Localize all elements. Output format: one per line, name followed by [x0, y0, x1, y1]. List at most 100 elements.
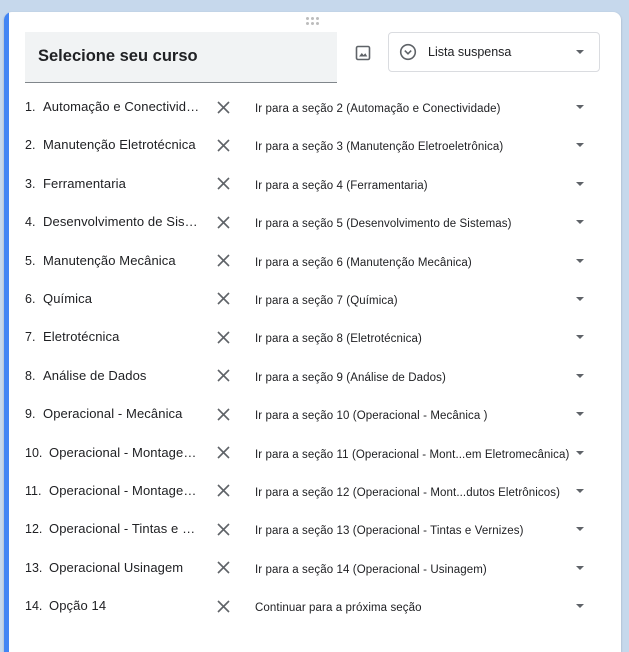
caret-down-icon	[576, 50, 584, 54]
option-label-input[interactable]: Automação e Conectividade	[43, 99, 200, 114]
go-to-section-select[interactable]: Ir para a seção 12 (Operacional - Mont..…	[255, 483, 595, 501]
remove-option-button[interactable]	[213, 174, 233, 194]
remove-option-button[interactable]	[213, 481, 233, 501]
go-to-section-select[interactable]: Ir para a seção 5 (Desenvolvimento de Si…	[255, 214, 595, 232]
option-row: 6. Química Ir para a seção 7 (Química)	[4, 280, 621, 318]
option-number: 12.	[25, 522, 43, 537]
question-title-input[interactable]: Selecione seu curso	[25, 32, 337, 83]
go-to-section-label: Ir para a seção 6 (Manutenção Mecânica)	[255, 256, 472, 269]
caret-down-icon	[576, 527, 584, 532]
drag-handle-icon[interactable]	[306, 17, 320, 27]
option-row: 10. Operacional - Montagem em Eletromecân…	[4, 434, 621, 472]
close-icon	[216, 369, 230, 382]
dropdown-circle-icon	[399, 43, 417, 61]
option-label-input[interactable]: Operacional - Montagem de Produtos Eletr…	[49, 483, 200, 498]
go-to-section-select[interactable]: Ir para a seção 4 (Ferramentaria)	[255, 176, 595, 194]
question-title-text: Selecione seu curso	[38, 47, 198, 65]
option-label-input[interactable]: Operacional - Tintas e Vernizes	[49, 521, 200, 536]
option-label-input[interactable]: Eletrotécnica	[43, 329, 200, 344]
close-icon	[216, 600, 230, 613]
remove-option-button[interactable]	[213, 212, 233, 232]
question-card: Selecione seu curso Lista suspensa 1. Aut…	[4, 12, 621, 652]
option-row: 9. Operacional - Mecânica Ir para a seção …	[4, 395, 621, 433]
close-icon	[216, 216, 230, 229]
go-to-section-label: Continuar para a próxima seção	[255, 602, 422, 615]
add-image-button[interactable]	[349, 39, 377, 67]
remove-option-button[interactable]	[213, 97, 233, 117]
caret-down-icon	[576, 412, 584, 417]
remove-option-button[interactable]	[213, 404, 233, 424]
go-to-section-select[interactable]: Ir para a seção 9 (Análise de Dados)	[255, 368, 595, 386]
go-to-section-select[interactable]: Ir para a seção 6 (Manutenção Mecânica)	[255, 253, 595, 271]
option-number: 14.	[25, 599, 43, 614]
question-type-select[interactable]: Lista suspensa	[388, 32, 600, 72]
go-to-section-select[interactable]: Ir para a seção 2 (Automação e Conectivi…	[255, 99, 595, 117]
option-row: 5. Manutenção Mecânica Ir para a seção 6 (…	[4, 242, 621, 280]
option-row: 8. Análise de Dados Ir para a seção 9 (Aná…	[4, 357, 621, 395]
go-to-section-select[interactable]: Ir para a seção 14 (Operacional - Usinag…	[255, 560, 595, 578]
option-row: 3. Ferramentaria Ir para a seção 4 (Ferram…	[4, 165, 621, 203]
go-to-section-select[interactable]: Ir para a seção 11 (Operacional - Mont..…	[255, 445, 595, 463]
go-to-section-label: Ir para a seção 8 (Eletrotécnica)	[255, 333, 422, 346]
option-label-input[interactable]: Operacional Usinagem	[49, 560, 200, 575]
go-to-section-select[interactable]: Continuar para a próxima seção	[255, 598, 595, 616]
option-label-input[interactable]: Operacional - Mecânica	[43, 406, 200, 421]
remove-option-button[interactable]	[213, 443, 233, 463]
caret-down-icon	[576, 335, 584, 340]
caret-down-icon	[576, 105, 584, 109]
go-to-section-select[interactable]: Ir para a seção 8 (Eletrotécnica)	[255, 329, 595, 347]
remove-option-button[interactable]	[213, 289, 233, 309]
caret-down-icon	[576, 181, 584, 186]
option-label-input[interactable]: Manutenção Eletrotécnica	[43, 137, 200, 152]
option-label-input[interactable]: Desenvolvimento de Sistemas	[43, 214, 200, 229]
go-to-section-label: Ir para a seção 11 (Operacional - Mont..…	[255, 448, 570, 461]
remove-option-button[interactable]	[213, 327, 233, 347]
option-number: 5.	[25, 253, 36, 268]
option-label-input[interactable]: Operacional - Montagem em Eletromecânica	[49, 445, 200, 460]
go-to-section-label: Ir para a seção 2 (Automação e Conectivi…	[255, 103, 501, 115]
go-to-section-label: Ir para a seção 14 (Operacional - Usinag…	[255, 563, 487, 576]
remove-option-button[interactable]	[213, 558, 233, 578]
go-to-section-label: Ir para a seção 10 (Operacional - Mecâni…	[255, 410, 488, 423]
option-number: 7.	[25, 330, 36, 345]
option-row: 2. Manutenção Eletrotécnica Ir para a seçã…	[4, 126, 621, 164]
caret-down-icon	[576, 373, 584, 378]
caret-down-icon	[576, 258, 584, 263]
option-label-input[interactable]: Ferramentaria	[43, 176, 200, 191]
option-number: 9.	[25, 407, 36, 422]
remove-option-button[interactable]	[213, 135, 233, 155]
caret-down-icon	[576, 565, 584, 570]
caret-down-icon	[576, 143, 584, 148]
option-number: 10.	[25, 445, 43, 460]
go-to-section-label: Ir para a seção 12 (Operacional - Mont..…	[255, 486, 561, 499]
go-to-section-label: Ir para a seção 9 (Análise de Dados)	[255, 371, 446, 384]
option-row: 14. Opção 14 Continuar para a próxima seçã…	[4, 587, 621, 625]
option-number: 11.	[25, 483, 42, 498]
go-to-section-select[interactable]: Ir para a seção 10 (Operacional - Mecâni…	[255, 406, 595, 424]
option-label-input[interactable]: Análise de Dados	[43, 368, 200, 383]
option-row: 11. Operacional - Montagem de Produtos El…	[4, 472, 621, 510]
close-icon	[216, 523, 230, 536]
go-to-section-label: Ir para a seção 13 (Operacional - Tintas…	[255, 525, 524, 538]
caret-down-icon	[576, 450, 584, 455]
remove-option-button[interactable]	[213, 251, 233, 271]
remove-option-button[interactable]	[213, 519, 233, 539]
options-list: 1. Automação e Conectividade Ir para a seç…	[4, 88, 621, 625]
remove-option-button[interactable]	[213, 366, 233, 386]
option-label-input[interactable]: Química	[43, 291, 200, 306]
close-icon	[216, 100, 230, 114]
option-label-input[interactable]: Opção 14	[49, 598, 200, 613]
close-icon	[216, 331, 230, 344]
option-number: 4.	[25, 215, 36, 230]
caret-down-icon	[576, 220, 584, 225]
option-row: 12. Operacional - Tintas e Vernizes Ir par…	[4, 510, 621, 548]
caret-down-icon	[576, 488, 584, 493]
go-to-section-label: Ir para a seção 7 (Química)	[255, 294, 398, 307]
go-to-section-select[interactable]: Ir para a seção 13 (Operacional - Tintas…	[255, 521, 595, 539]
go-to-section-label: Ir para a seção 3 (Manutenção Eletroelet…	[255, 141, 504, 154]
remove-option-button[interactable]	[213, 596, 233, 616]
go-to-section-select[interactable]: Ir para a seção 3 (Manutenção Eletroelet…	[255, 137, 595, 155]
go-to-section-select[interactable]: Ir para a seção 7 (Química)	[255, 291, 595, 309]
caret-down-icon	[576, 296, 584, 301]
option-label-input[interactable]: Manutenção Mecânica	[43, 253, 200, 268]
